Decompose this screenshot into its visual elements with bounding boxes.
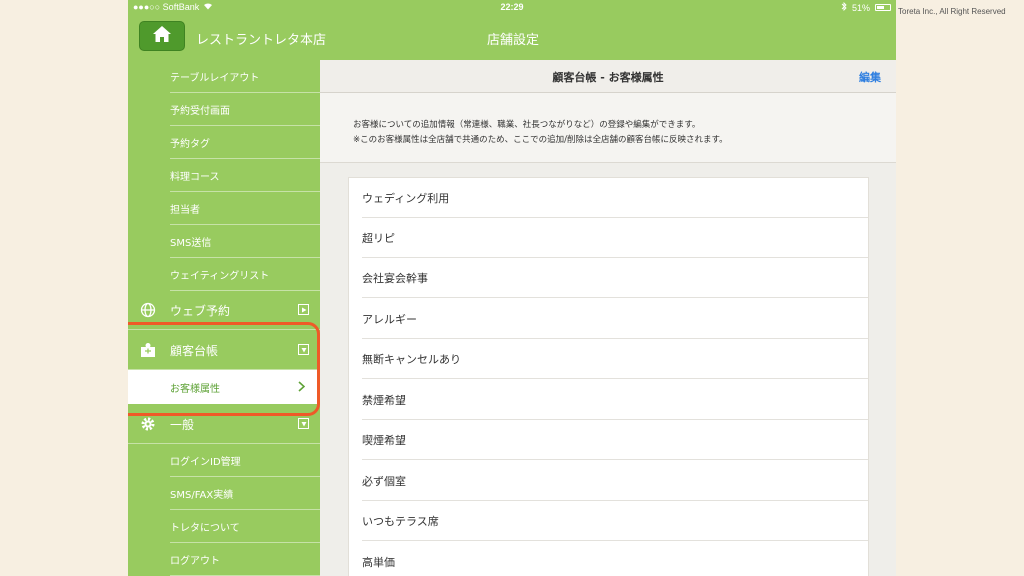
home-button[interactable] [139, 21, 185, 51]
sidebar-item-label: ログアウト [170, 556, 220, 567]
sidebar-item-label: 担当者 [170, 205, 200, 216]
list-item[interactable]: 喫煙希望 [349, 420, 868, 460]
sidebar-item-staff[interactable]: 担当者 [128, 192, 320, 225]
gear-icon [140, 416, 156, 432]
sidebar-item-label: ウェイティングリスト [170, 271, 270, 282]
sidebar-section-label: ウェブ予約 [170, 303, 231, 318]
sidebar-item-waiting-list[interactable]: ウェイティングリスト [128, 258, 320, 291]
attribute-label: 必ず個室 [362, 475, 406, 488]
sidebar-item-about[interactable]: トレタについて [128, 510, 320, 543]
sidebar-item-table-layout[interactable]: テーブルレイアウト [128, 60, 320, 93]
sidebar: テーブルレイアウト 予約受付画面 予約タグ 料理コース 担当者 SMS送信 ウェ… [128, 60, 320, 576]
list-item[interactable]: 必ず個室 [349, 461, 868, 501]
sidebar-item-label: SMS/FAX実績 [170, 490, 234, 501]
list-item[interactable]: アレルギー [349, 299, 868, 339]
attribute-label: 無断キャンセルあり [362, 353, 461, 366]
description-line: お客様についての追加情報（常連様、職業、社長つながりなど）の登録や編集ができます… [353, 120, 701, 130]
battery-percent: 51% [851, 2, 870, 13]
attribute-label: 会社宴会幹事 [362, 272, 428, 285]
sidebar-item-login-id[interactable]: ログインID管理 [128, 444, 320, 477]
store-name: レストラントレタ本店 [196, 33, 327, 48]
page-title: 顧客台帳 - お客様属性 [552, 71, 664, 84]
attribute-label: 超リピ [362, 232, 395, 245]
battery-icon [875, 4, 891, 11]
list-item[interactable]: 禁煙希望 [349, 380, 868, 420]
list-item[interactable]: 無断キャンセルあり [349, 339, 868, 379]
sidebar-item-logout[interactable]: ログアウト [128, 543, 320, 576]
expand-down-icon [298, 418, 309, 429]
bluetooth-icon [841, 1, 847, 13]
description: お客様についての追加情報（常連様、職業、社長つながりなど）の登録や編集ができます… [320, 93, 896, 163]
status-time: 22:29 [500, 2, 524, 12]
sidebar-item-label: 料理コース [170, 172, 220, 183]
list-item[interactable]: 超リピ [349, 218, 868, 258]
copyright-text: Toreta Inc., All Right Reserved [898, 7, 1006, 16]
home-icon [152, 25, 172, 47]
sidebar-item-label: 予約タグ [170, 139, 210, 150]
sidebar-item-reservation-tags[interactable]: 予約タグ [128, 126, 320, 159]
sidebar-item-reservation-screen[interactable]: 予約受付画面 [128, 93, 320, 126]
list-item[interactable]: ウェディング利用 [349, 178, 868, 218]
sidebar-item-label: ログインID管理 [170, 457, 241, 468]
sidebar-item-courses[interactable]: 料理コース [128, 159, 320, 192]
list-item[interactable]: いつもテラス席 [349, 501, 868, 541]
highlight-annotation [128, 322, 320, 416]
ipad-screen: ●●●○○ SoftBank 22:29 51% レストラントレタ本店 店舗設定… [128, 0, 896, 576]
attribute-label: 喫煙希望 [362, 434, 406, 447]
attribute-label: 高単価 [362, 556, 395, 569]
sidebar-item-label: 予約受付画面 [170, 106, 230, 117]
list-item[interactable]: 高単価 [349, 542, 868, 576]
globe-icon [140, 302, 156, 318]
status-bar: ●●●○○ SoftBank 22:29 51% [128, 0, 896, 15]
attribute-label: いつもテラス席 [362, 515, 439, 528]
sidebar-item-label: トレタについて [170, 523, 240, 534]
sidebar-item-sms-fax[interactable]: SMS/FAX実績 [128, 477, 320, 510]
expand-right-icon [298, 304, 309, 315]
sidebar-section-label: 一般 [170, 417, 195, 432]
nav-title: 店舗設定 [487, 33, 540, 48]
edit-button[interactable]: 編集 [859, 69, 881, 85]
description-line: ※このお客様属性は全店舗で共通のため、ここでの追加/削除は全店舗の顧客台帳に反映… [353, 135, 728, 145]
content-header: 顧客台帳 - お客様属性 編集 [320, 60, 896, 93]
list-item[interactable]: 会社宴会幹事 [349, 258, 868, 298]
attribute-label: アレルギー [362, 313, 417, 326]
sidebar-item-label: テーブルレイアウト [170, 73, 260, 84]
sidebar-item-sms[interactable]: SMS送信 [128, 225, 320, 258]
nav-bar: レストラントレタ本店 店舗設定 [128, 15, 896, 60]
attribute-list: ウェディング利用 超リピ 会社宴会幹事 アレルギー 無断キャンセルあり 禁煙希望… [348, 177, 869, 576]
sidebar-item-label: SMS送信 [170, 238, 212, 249]
attribute-label: ウェディング利用 [362, 192, 450, 205]
attribute-label: 禁煙希望 [362, 394, 406, 407]
